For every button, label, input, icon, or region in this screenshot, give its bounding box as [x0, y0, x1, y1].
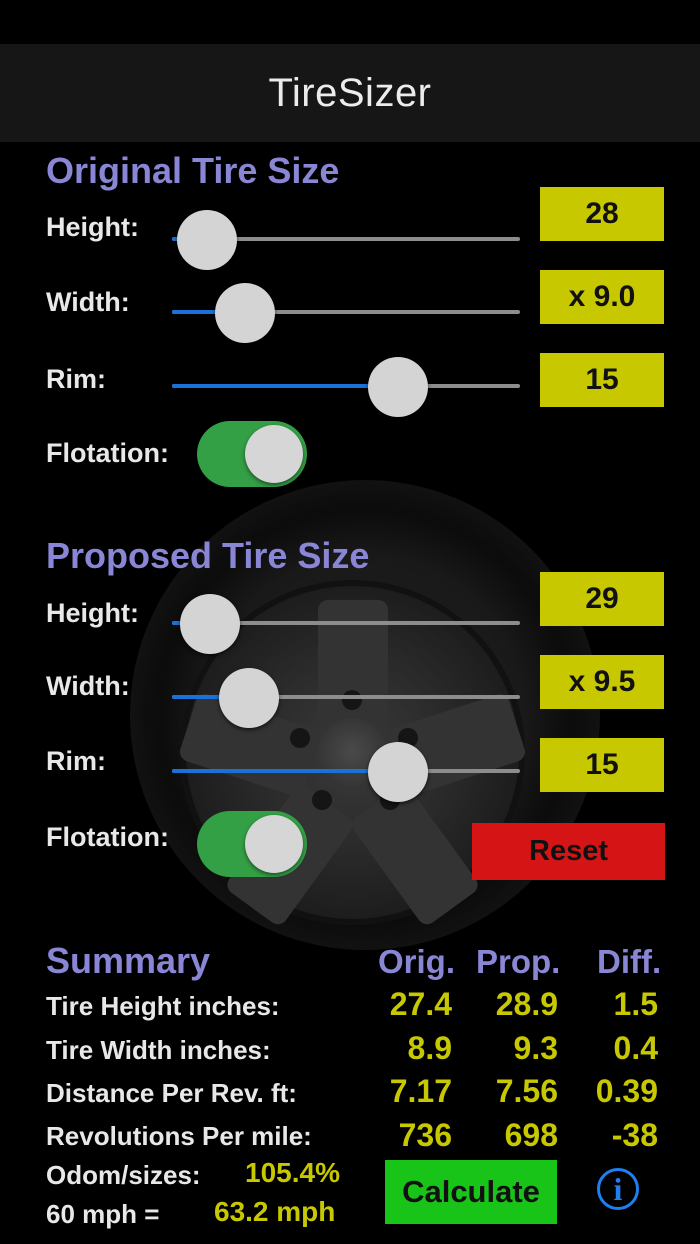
summary-diff-value: 0.4	[613, 1030, 658, 1066]
speed-value: 63.2 mph	[214, 1196, 336, 1227]
original-flotation-toggle[interactable]	[197, 421, 307, 487]
proposed-rim-value: 15	[540, 738, 664, 792]
summary-diff-value: 0.39	[595, 1073, 658, 1109]
summary-prop-value: 7.56	[495, 1073, 558, 1109]
proposed-width-label: Width:	[46, 671, 130, 701]
info-icon[interactable]: i	[597, 1168, 639, 1210]
summary-row-label: Tire Height inches:	[46, 991, 280, 1021]
summary-orig-value: 7.17	[389, 1073, 452, 1109]
summary-row-label: Revolutions Per mile:	[46, 1121, 312, 1151]
original-height-label: Height:	[46, 212, 139, 242]
summary-diff-value: 1.5	[613, 986, 658, 1022]
slider-fill	[172, 769, 398, 773]
status-bar	[0, 0, 700, 44]
slider-thumb[interactable]	[215, 283, 275, 343]
app-title: TireSizer	[268, 70, 432, 115]
summary-orig-value: 736	[398, 1117, 452, 1153]
proposed-flotation-toggle[interactable]	[197, 811, 307, 877]
original-width-value: x 9.0	[540, 270, 664, 324]
proposed-height-label: Height:	[46, 598, 139, 628]
summary-header-prop: Prop.	[476, 943, 561, 980]
slider-thumb[interactable]	[177, 210, 237, 270]
summary-header-diff: Diff.	[597, 943, 662, 980]
original-width-label: Width:	[46, 287, 130, 317]
original-rim-value: 15	[540, 353, 664, 407]
proposed-height-slider[interactable]	[172, 594, 520, 654]
proposed-rim-label: Rim:	[46, 746, 106, 776]
original-rim-slider[interactable]	[172, 357, 520, 417]
proposed-rim-slider[interactable]	[172, 742, 520, 802]
summary-orig-value: 27.4	[389, 986, 452, 1022]
toggle-knob	[245, 425, 303, 483]
summary-prop-value: 28.9	[495, 986, 558, 1022]
navigation-bar: TireSizer	[0, 44, 700, 142]
summary-row-label: Distance Per Rev. ft:	[46, 1078, 297, 1108]
summary-header-orig: Orig.	[378, 943, 456, 980]
lug-nut	[312, 790, 332, 810]
slider-thumb[interactable]	[368, 742, 428, 802]
proposed-flotation-label: Flotation:	[46, 822, 169, 852]
summary-diff-value: -38	[611, 1117, 658, 1153]
summary-prop-value: 698	[504, 1117, 558, 1153]
summary-title: Summary	[46, 940, 211, 981]
toggle-knob	[245, 815, 303, 873]
original-height-slider[interactable]	[172, 210, 520, 270]
proposed-section-title: Proposed Tire Size	[46, 535, 370, 576]
original-section-title: Original Tire Size	[46, 150, 340, 191]
slider-thumb[interactable]	[180, 594, 240, 654]
proposed-height-value: 29	[540, 572, 664, 626]
summary-orig-value: 8.9	[407, 1030, 452, 1066]
proposed-width-slider[interactable]	[172, 668, 520, 728]
original-height-value: 28	[540, 187, 664, 241]
summary-row-label: Tire Width inches:	[46, 1035, 271, 1065]
reset-button[interactable]: Reset	[472, 823, 665, 880]
lug-nut	[290, 728, 310, 748]
slider-thumb[interactable]	[219, 668, 279, 728]
odom-sizes-value: 105.4%	[245, 1157, 340, 1188]
original-width-slider[interactable]	[172, 283, 520, 343]
odom-sizes-label: Odom/sizes:	[46, 1160, 201, 1190]
slider-fill	[172, 384, 398, 388]
original-rim-label: Rim:	[46, 364, 106, 394]
speed-label: 60 mph =	[46, 1199, 160, 1229]
calculate-button[interactable]: Calculate	[385, 1160, 557, 1224]
slider-thumb[interactable]	[368, 357, 428, 417]
proposed-width-value: x 9.5	[540, 655, 664, 709]
original-flotation-label: Flotation:	[46, 438, 169, 468]
summary-prop-value: 9.3	[513, 1030, 558, 1066]
